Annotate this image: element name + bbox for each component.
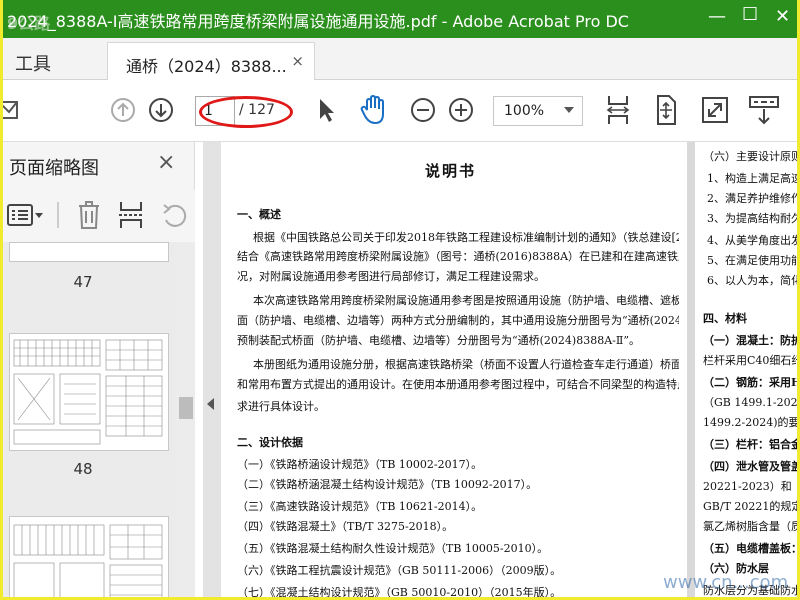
minimize-icon[interactable]: —	[708, 6, 726, 27]
app-window: 2024_8388A-Ⅰ高速铁路常用跨度桥梁附属设施通用设施.pdf - Ado…	[0, 0, 800, 600]
text-line: 根据《中国铁路总公司关于印发2018年铁路工程建设标准编制计划的通知》（铁总建设…	[253, 231, 679, 244]
close-window-icon[interactable]: ✕	[775, 6, 790, 27]
email-icon[interactable]	[3, 92, 21, 128]
text-line: 4、从美学角度出发，考	[707, 234, 797, 247]
text-line: 5、在满足使用功能	[707, 254, 799, 267]
text-line: 本次高速铁路常用跨度桥梁附属设施通用参考图是按照通用设施（防护墙、电缆槽、遮板等…	[253, 294, 679, 307]
text-line: （四）泄水管及管盖：PV	[703, 460, 799, 473]
text-line: （七）《混凝土结构设计规范》（GB 50010-2010）（2015年版）。	[237, 586, 562, 599]
thumbnail-label: 48	[73, 460, 93, 478]
text-line: 一、概述	[237, 208, 281, 221]
tab-close-icon[interactable]: ×	[291, 52, 304, 70]
text-line: （二）《铁路桥涵混凝土结构设计规范》（TB 10092-2017）。	[237, 478, 538, 491]
page-thumbnail[interactable]	[9, 516, 169, 597]
delete-icon[interactable]	[77, 200, 101, 230]
window-title: 2024_8388A-Ⅰ高速铁路常用跨度桥梁附属设施通用设施.pdf - Ado…	[7, 12, 629, 31]
select-arrow-icon[interactable]	[311, 92, 341, 128]
prev-page-icon[interactable]	[107, 92, 139, 128]
text-line: 2、满足养护维修作业	[707, 192, 797, 205]
text-line: 二、设计依据	[237, 436, 303, 449]
toolbar-divider	[57, 202, 59, 228]
text-line: 1499.2-2024)的要求	[703, 416, 799, 429]
extract-pages-icon[interactable]	[117, 200, 145, 230]
text-line: （三）栏杆：铝合金，性	[703, 438, 797, 451]
chevron-left-icon[interactable]	[207, 398, 214, 410]
highlight-annotation	[199, 96, 293, 128]
panel-collapse-handle[interactable]	[203, 142, 221, 597]
text-line: 和常用布置方式提出的通用设计。在使用本册通用参考图过程中，可结合不同梁型的构造特…	[237, 378, 679, 391]
maximize-icon[interactable]: ☐	[742, 4, 758, 25]
zoom-in-icon[interactable]	[445, 92, 477, 128]
text-line: （二）钢筋：采用HPB30	[703, 376, 799, 389]
zoom-select[interactable]: 100%	[493, 96, 583, 126]
page-thumbnail[interactable]	[9, 333, 169, 451]
tab-document[interactable]: 通桥（2024）8388... ×	[107, 42, 315, 80]
rotate-icon[interactable]	[161, 202, 189, 230]
text-line: 本册图纸为通用设施分册，根据高速铁路桥梁（桥面不设置人行道检查车走行通道）桥面附…	[253, 358, 679, 371]
text-line: 6、以人为本，简化施	[707, 274, 797, 287]
text-line: 预制装配式桥面（防护墙、电缆槽、边墙等）分册图号为“通桥(2024)8388A-…	[237, 334, 640, 347]
text-line: （GB 1499.1-2024）	[703, 396, 798, 409]
panel-scrollbar-thumb[interactable]	[179, 397, 193, 419]
panel-toolbar	[3, 190, 195, 242]
panel-close-icon[interactable]: ×	[157, 150, 175, 175]
text-line: 1、构造上满足高速铁	[707, 172, 797, 185]
panel-title: 页面缩略图	[9, 158, 99, 179]
chevron-down-icon	[564, 107, 574, 113]
panel-scrollbar[interactable]	[175, 242, 195, 597]
tab-tools[interactable]: 工具	[15, 50, 51, 76]
thumbnail-label: 47	[73, 273, 93, 291]
text-line: 四、材料	[703, 312, 747, 325]
page-heading: 说明书	[425, 162, 477, 180]
text-line: 3、为提高结构耐久性	[707, 212, 797, 225]
zoom-out-icon[interactable]	[407, 92, 439, 128]
text-line: （五）《铁路混凝土结构耐久性设计规范》（TB 10005-2010）。	[237, 542, 549, 555]
options-menu-icon[interactable]	[7, 202, 45, 228]
text-line: （六）《铁路工程抗震设计规范》（GB 50111-2006）（2009版）。	[237, 564, 562, 577]
watermark-url: www.cn...com	[663, 572, 789, 593]
text-line: （一）混凝土：防护（挡	[703, 334, 797, 347]
next-page-icon[interactable]	[145, 92, 177, 128]
full-screen-icon[interactable]	[699, 92, 731, 128]
text-line: 求进行具体设计。	[237, 400, 325, 413]
text-line: 栏杆采用C40细石纤维	[703, 354, 797, 367]
fit-width-icon[interactable]	[603, 92, 633, 128]
tab-document-title: 通桥（2024）8388...	[126, 57, 287, 76]
fit-page-icon[interactable]	[651, 92, 681, 128]
page-thumbnail[interactable]	[9, 242, 169, 262]
text-line: 20221-2023）和《建	[703, 480, 797, 493]
hand-tool-icon[interactable]	[357, 92, 391, 128]
text-line: 氯乙烯树脂含量（质量	[703, 520, 797, 533]
text-line: （一）《铁路桥涵设计规范》（TB 10002-2017）。	[237, 458, 483, 471]
zoom-value: 100%	[504, 103, 545, 119]
title-bar: 2024_8388A-Ⅰ高速铁路常用跨度桥梁附属设施通用设施.pdf - Ado…	[3, 0, 797, 38]
text-line: （五）电缆槽盖板：采用	[703, 542, 797, 555]
text-line: 况，对附属设施通用参考图进行局部修订，满足工程建设需求。	[237, 270, 545, 283]
watermark-logo: 9公路	[7, 14, 51, 33]
text-line: （三）《高速铁路设计规范》（TB 10621-2014）。	[237, 500, 483, 513]
text-line: 面（防护墙、电缆槽、边墙等）两种方式分册编制的，其中通用设施分册图号为“通桥(2…	[237, 314, 679, 327]
text-line: GB/T 20221的规定根	[703, 500, 797, 513]
text-line: （四）《铁路混凝土》（TB/T 3275-2018）。	[237, 520, 454, 533]
text-line: 结合《高速铁路常用跨度桥梁附属设施》（图号：通桥(2016)8388A）在已建和…	[237, 250, 679, 263]
read-mode-icon[interactable]	[747, 92, 781, 128]
text-line: （六）主要设计原则	[703, 150, 799, 163]
